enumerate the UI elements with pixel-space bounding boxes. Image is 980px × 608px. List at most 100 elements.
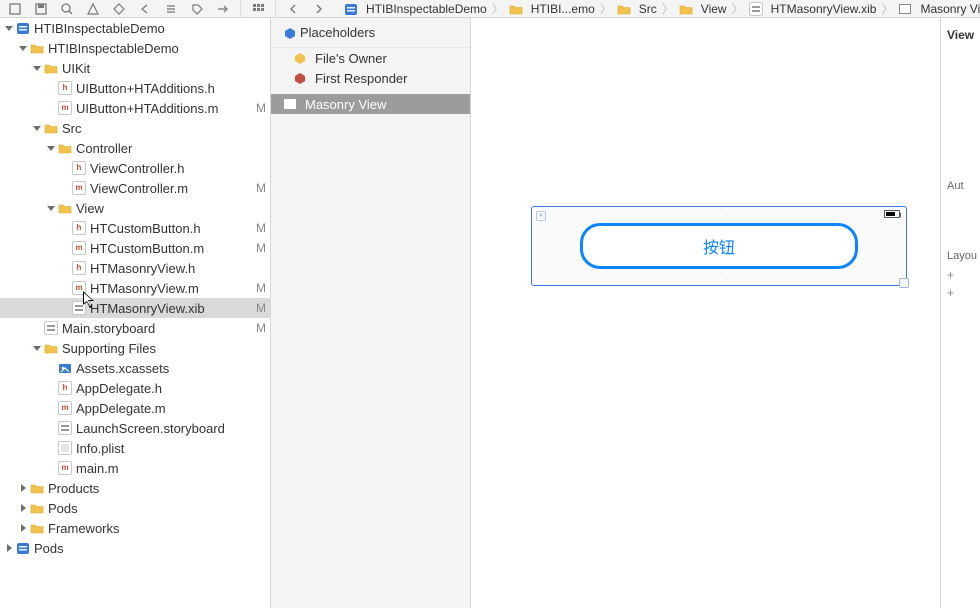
inspector-layout-label: Layou — [941, 246, 980, 266]
tree-label: Assets.xcassets — [76, 361, 252, 376]
diff-icon[interactable] — [110, 2, 128, 16]
tree-row[interactable]: main.m — [0, 458, 270, 478]
square-icon[interactable] — [6, 2, 24, 16]
tree-row[interactable]: ViewController.mM — [0, 178, 270, 198]
tree-row[interactable]: Assets.xcassets — [0, 358, 270, 378]
tree-row[interactable]: UIButton+HTAdditions.mM — [0, 98, 270, 118]
disclosure-triangle-icon[interactable] — [4, 544, 14, 552]
inspector-panel[interactable]: View Aut Layou + + — [940, 18, 980, 608]
disclosure-triangle-icon[interactable] — [46, 204, 56, 212]
breadcrumb-label: HTMasonryView.xib — [771, 2, 877, 16]
chevron-left-icon[interactable] — [284, 2, 302, 16]
outline-row[interactable]: File's Owner — [271, 48, 470, 68]
cube-blue-icon — [283, 27, 295, 39]
tree-row[interactable]: AppDelegate.h — [0, 378, 270, 398]
disclosure-triangle-icon[interactable] — [32, 124, 42, 132]
tree-row[interactable]: Products — [0, 478, 270, 498]
tag-icon[interactable] — [188, 2, 206, 16]
arrow-left-icon[interactable] — [136, 2, 154, 16]
tree-row[interactable]: HTMasonryView.xibM — [0, 298, 270, 318]
tree-row[interactable]: View — [0, 198, 270, 218]
tree-row[interactable]: Info.plist — [0, 438, 270, 458]
tree-row[interactable]: HTMasonryView.mM — [0, 278, 270, 298]
outline-label: File's Owner — [315, 51, 387, 66]
tree-row[interactable]: ViewController.h — [0, 158, 270, 178]
breadcrumb-item[interactable]: HTIBInspectableDemo — [340, 2, 491, 16]
breadcrumb: HTIBInspectableDemo〉HTIBI...emo〉Src〉View… — [334, 0, 980, 17]
breadcrumb-item[interactable]: View — [675, 2, 731, 16]
warning-icon[interactable] — [84, 2, 102, 16]
floppy-icon[interactable] — [32, 2, 50, 16]
tree-label: HTCustomButton.h — [90, 221, 252, 236]
resize-handle-icon[interactable] — [899, 278, 909, 288]
interface-builder-canvas[interactable]: ✕ · · · 按钮 · · · — [471, 18, 940, 608]
tree-row[interactable]: AppDelegate.m — [0, 398, 270, 418]
inspector-add-button[interactable]: + — [941, 266, 980, 284]
arrow-right-range-icon[interactable] — [214, 2, 232, 16]
search-icon[interactable] — [58, 2, 76, 16]
disclosure-triangle-icon[interactable] — [46, 144, 56, 152]
disclosure-triangle-icon[interactable] — [18, 504, 28, 512]
masonry-view-object[interactable]: ✕ · · · 按钮 · · · — [531, 206, 907, 286]
tree-row[interactable]: Controller — [0, 138, 270, 158]
breadcrumb-item[interactable]: Masonry View — [894, 2, 980, 16]
disclosure-triangle-icon[interactable] — [18, 44, 28, 52]
tree-label: Controller — [76, 141, 252, 156]
document-outline[interactable]: Placeholders File's OwnerFirst Responder… — [271, 18, 471, 608]
inspector-add-button-2[interactable]: + — [941, 284, 980, 302]
inspector-title: View — [941, 24, 980, 46]
battery-icon — [884, 210, 900, 218]
tree-label: HTIBInspectableDemo — [34, 21, 252, 36]
canvas-resize-dots: · · · — [532, 274, 906, 283]
breadcrumb-label: HTIBI...emo — [531, 2, 595, 16]
tree-label: HTCustomButton.m — [90, 241, 252, 256]
scm-status: M — [252, 101, 270, 115]
breadcrumb-label: Masonry View — [920, 2, 980, 16]
editor-mode-section — [243, 2, 273, 16]
breadcrumb-separator: 〉 — [880, 0, 894, 17]
disclosure-triangle-icon[interactable] — [18, 484, 28, 492]
tree-label: Pods — [34, 541, 252, 556]
chevron-right-icon[interactable] — [310, 2, 328, 16]
tree-label: HTMasonryView.xib — [90, 301, 252, 316]
grid3-icon[interactable] — [249, 2, 267, 16]
tree-row[interactable]: HTCustomButton.mM — [0, 238, 270, 258]
breadcrumb-item[interactable]: HTIBI...emo — [505, 2, 599, 16]
disclosure-triangle-icon[interactable] — [32, 344, 42, 352]
tree-label: Info.plist — [76, 441, 252, 456]
disclosure-triangle-icon[interactable] — [32, 64, 42, 72]
breadcrumb-item[interactable]: HTMasonryView.xib — [745, 2, 881, 16]
tree-row[interactable]: Pods — [0, 538, 270, 558]
tree-row[interactable]: UIKit — [0, 58, 270, 78]
tree-label: Pods — [48, 501, 252, 516]
tree-row[interactable]: HTIBInspectableDemo — [0, 38, 270, 58]
status-bar-mock — [884, 210, 900, 218]
scm-status: M — [252, 281, 270, 295]
tree-row[interactable]: LaunchScreen.storyboard — [0, 418, 270, 438]
tree-row[interactable]: HTMasonryView.h — [0, 258, 270, 278]
tree-row[interactable]: Pods — [0, 498, 270, 518]
tree-label: UIKit — [62, 61, 252, 76]
tree-row[interactable]: HTIBInspectableDemo — [0, 18, 270, 38]
outline-row[interactable]: First Responder — [271, 68, 470, 88]
canvas-close-icon[interactable]: ✕ — [536, 211, 546, 221]
outline-row-selected[interactable]: Masonry View — [271, 94, 470, 114]
custom-button[interactable]: 按钮 — [580, 223, 858, 269]
breadcrumb-separator: 〉 — [491, 0, 505, 17]
disclosure-triangle-icon[interactable] — [18, 524, 28, 532]
tree-label: UIButton+HTAdditions.h — [76, 81, 252, 96]
canvas-object-titlebar: · · · — [532, 207, 906, 221]
tree-row[interactable]: Src — [0, 118, 270, 138]
tree-label: Main.storyboard — [62, 321, 252, 336]
tree-row[interactable]: Frameworks — [0, 518, 270, 538]
breadcrumb-label: HTIBInspectableDemo — [366, 2, 487, 16]
tree-row[interactable]: Supporting Files — [0, 338, 270, 358]
breadcrumb-item[interactable]: Src — [613, 2, 661, 16]
scm-status: M — [252, 241, 270, 255]
tree-row[interactable]: UIButton+HTAdditions.h — [0, 78, 270, 98]
tree-row[interactable]: HTCustomButton.hM — [0, 218, 270, 238]
disclosure-triangle-icon[interactable] — [4, 24, 14, 32]
project-navigator[interactable]: HTIBInspectableDemo HTIBInspectableDemo UI… — [0, 18, 271, 608]
tree-row[interactable]: Main.storyboardM — [0, 318, 270, 338]
list-icon[interactable] — [162, 2, 180, 16]
